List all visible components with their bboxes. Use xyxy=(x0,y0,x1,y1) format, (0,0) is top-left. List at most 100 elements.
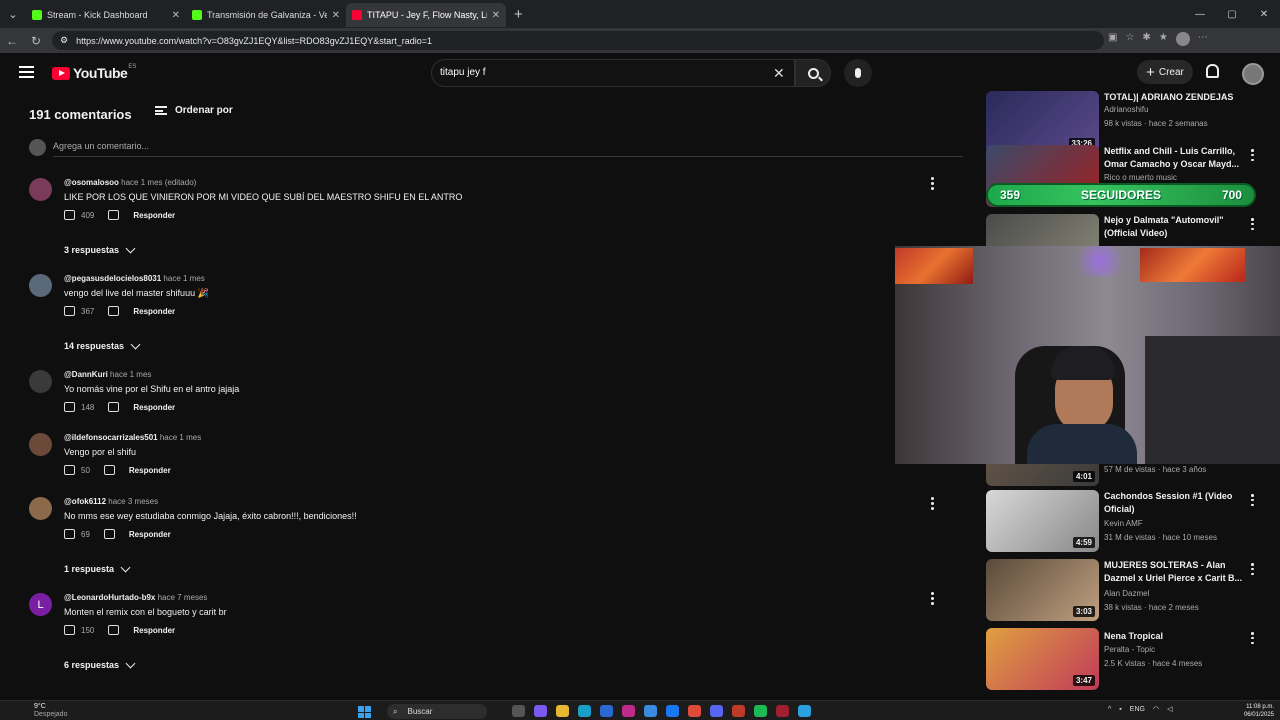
comment-author[interactable]: @ofok6112 xyxy=(64,497,106,506)
weather-widget[interactable]: 9°C Despejado xyxy=(34,703,67,719)
tab-kick-transmision[interactable]: Transmisión de Galvaniza - Ver en ✕ xyxy=(186,3,346,27)
screenshot-icon[interactable]: ▣ xyxy=(1108,32,1117,46)
close-tab-icon[interactable]: ✕ xyxy=(332,10,340,21)
dislike-icon[interactable] xyxy=(103,465,115,475)
tab-search-icon[interactable]: ⌄ xyxy=(0,0,26,28)
sort-button[interactable]: Ordenar por xyxy=(155,105,233,116)
like-icon[interactable] xyxy=(64,529,75,539)
sidebar-video-item[interactable]: 33:26 TOTAL)| ADRIANO ZENDEJAS Adrianosh… xyxy=(986,91,1276,153)
comment-time[interactable]: hace 1 mes (editado) xyxy=(121,178,196,187)
dislike-icon[interactable] xyxy=(108,306,120,316)
search-button[interactable] xyxy=(795,59,831,87)
video-title[interactable]: MUJERES SOLTERAS - Alan Dazmel x Uriel P… xyxy=(1104,559,1244,585)
replies-toggle[interactable]: 3 respuestas xyxy=(64,243,136,255)
discord-icon[interactable] xyxy=(710,705,723,717)
video-menu-icon[interactable] xyxy=(1251,632,1254,644)
comment-author[interactable]: @pegasusdelocielos8031 xyxy=(64,274,161,283)
reload-icon[interactable]: ↻ xyxy=(24,34,48,48)
avatar[interactable] xyxy=(29,178,52,201)
like-icon[interactable] xyxy=(64,210,75,220)
url-input[interactable]: ⚙ https://www.youtube.com/watch?v=O83gvZ… xyxy=(52,31,1104,50)
video-thumbnail[interactable]: 3:03 xyxy=(986,559,1099,621)
wifi-icon[interactable]: ◠ xyxy=(1153,705,1159,713)
reply-button[interactable]: Responder xyxy=(133,626,175,635)
video-channel[interactable]: Alan Dazmel xyxy=(1104,589,1149,598)
lang-indicator[interactable]: ENG xyxy=(1130,706,1145,713)
sidebar-video-item[interactable]: 3:03 MUJERES SOLTERAS - Alan Dazmel x Ur… xyxy=(986,559,1276,623)
copilot-icon[interactable] xyxy=(534,705,547,717)
video-menu-icon[interactable] xyxy=(1251,149,1254,161)
video-thumbnail[interactable]: 33:26 xyxy=(986,91,1099,153)
avatar[interactable] xyxy=(29,497,52,520)
tray-chevron-icon[interactable]: ^ xyxy=(1108,706,1111,713)
tab-kick-dashboard[interactable]: Stream - Kick Dashboard ✕ xyxy=(26,3,186,27)
avatar[interactable] xyxy=(29,370,52,393)
extensions-icon[interactable]: ✱ xyxy=(1142,32,1150,46)
avatar[interactable]: L xyxy=(29,593,52,616)
video-title[interactable]: TOTAL)| ADRIANO ZENDEJAS xyxy=(1104,91,1244,104)
like-icon[interactable] xyxy=(64,465,75,475)
notifications-bell-icon[interactable] xyxy=(1206,64,1219,78)
record-icon[interactable] xyxy=(776,705,789,717)
reply-button[interactable]: Responder xyxy=(129,530,171,539)
comment-menu-icon[interactable] xyxy=(931,177,934,190)
task-view-icon[interactable] xyxy=(512,705,525,717)
comment-time[interactable]: hace 1 mes xyxy=(163,274,204,283)
sidebar-video-item[interactable]: 4:59 Cachondos Session #1 (Video Oficial… xyxy=(986,490,1276,554)
instagram-icon[interactable] xyxy=(622,705,635,717)
dislike-icon[interactable] xyxy=(103,529,115,539)
comment-time[interactable]: hace 7 meses xyxy=(158,593,208,602)
file-explorer-icon[interactable] xyxy=(556,705,569,717)
voice-search-button[interactable] xyxy=(844,59,872,87)
reply-button[interactable]: Responder xyxy=(129,466,171,475)
hamburger-menu-icon[interactable] xyxy=(19,66,34,78)
chrome-icon[interactable] xyxy=(688,705,701,717)
video-thumbnail[interactable]: 4:59 xyxy=(986,490,1099,552)
video-title[interactable]: Netflix and Chill - Luis Carrillo, Omar … xyxy=(1104,145,1244,171)
close-tab-icon[interactable]: ✕ xyxy=(492,10,500,21)
video-channel[interactable]: Kevin AMF xyxy=(1104,519,1143,528)
app-icon[interactable] xyxy=(644,705,657,717)
like-icon[interactable] xyxy=(64,402,75,412)
facebook-icon[interactable] xyxy=(666,705,679,717)
replies-toggle[interactable]: 14 respuestas xyxy=(64,339,141,351)
tab-youtube-titapu[interactable]: TITAPU - Jey F, Flow Nasty, Li ✕ xyxy=(346,3,506,27)
taskbar-search[interactable]: ⌕ Buscar xyxy=(387,704,487,719)
video-title[interactable]: Cachondos Session #1 (Video Oficial) xyxy=(1104,490,1244,516)
comment-author[interactable]: @ildefonsocarrizales501 xyxy=(64,433,158,442)
back-icon[interactable]: ← xyxy=(0,34,24,48)
avatar[interactable] xyxy=(29,433,52,456)
favorites-icon[interactable]: ★ xyxy=(1159,32,1168,46)
like-icon[interactable] xyxy=(64,306,75,316)
avatar[interactable] xyxy=(29,274,52,297)
video-channel[interactable]: Adrianoshifu xyxy=(1104,105,1148,114)
store-icon[interactable] xyxy=(600,705,613,717)
taskbar-clock[interactable]: 11:08 p.m. 06/01/2025 xyxy=(1226,703,1274,719)
sidebar-video-item[interactable]: Nejo y Dalmata "Automovil" (Official Vid… xyxy=(986,214,1276,246)
network-icon[interactable]: ▪ xyxy=(1119,706,1121,713)
video-channel[interactable]: Peralta - Topic xyxy=(1104,645,1155,654)
windows-start-icon[interactable] xyxy=(358,706,371,718)
clear-search-icon[interactable]: ✕ xyxy=(773,65,785,82)
new-tab-icon[interactable]: + xyxy=(514,6,523,23)
sidebar-video-item[interactable]: Netflix and Chill - Luis Carrillo, Omar … xyxy=(986,145,1276,207)
comment-author[interactable]: @DannKuri xyxy=(64,370,108,379)
close-window-icon[interactable]: ✕ xyxy=(1248,0,1280,28)
user-avatar[interactable] xyxy=(1242,63,1264,85)
create-button[interactable]: + Crear xyxy=(1137,60,1193,84)
video-title[interactable]: Nejo y Dalmata "Automovil" (Official Vid… xyxy=(1104,214,1244,240)
search-input[interactable]: titapu jey f xyxy=(431,59,795,87)
spotify-icon[interactable] xyxy=(754,705,767,717)
site-info-icon[interactable]: ⚙ xyxy=(60,35,68,46)
comment-time[interactable]: hace 1 mes xyxy=(160,433,201,442)
video-thumbnail[interactable]: 4:01 xyxy=(986,464,1099,486)
close-tab-icon[interactable]: ✕ xyxy=(172,10,180,21)
app2-icon[interactable] xyxy=(798,705,811,717)
reply-button[interactable]: Responder xyxy=(133,403,175,412)
profile-avatar-icon[interactable] xyxy=(1175,32,1190,46)
reply-button[interactable]: Responder xyxy=(133,307,175,316)
reply-button[interactable]: Responder xyxy=(133,211,175,220)
sidebar-video-item[interactable]: 4:01 57 M de vistas · hace 3 años xyxy=(986,464,1276,486)
video-menu-icon[interactable] xyxy=(1251,218,1254,230)
video-thumbnail[interactable]: 3:47 xyxy=(986,628,1099,690)
